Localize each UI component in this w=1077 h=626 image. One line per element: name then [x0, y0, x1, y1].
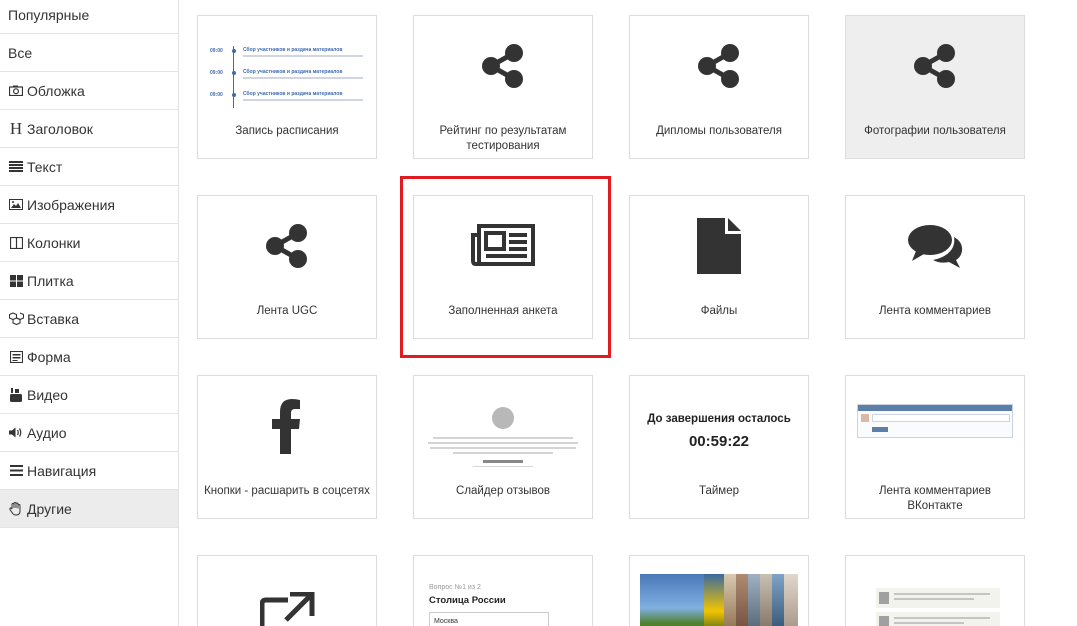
image-icon	[8, 198, 24, 212]
sidebar-item-columns[interactable]: Колонки	[0, 224, 178, 262]
card-label: Фотографии пользователя	[864, 125, 1006, 137]
sidebar-item-form[interactable]: Форма	[0, 338, 178, 376]
cubes-icon	[8, 312, 24, 326]
sidebar-item-label: Обложка	[27, 82, 85, 99]
schedule-rows: 09:00 Сбор участников и раздача материал…	[206, 44, 366, 110]
quiz-preview: Вопрос №1 из 2 Столица России Москва	[429, 584, 579, 626]
sidebar-item-images[interactable]: Изображения	[0, 186, 178, 224]
quiz-answer: Москва	[429, 612, 549, 626]
sidebar-item-label: Все	[8, 44, 33, 61]
sidebar-item-embed[interactable]: Вставка	[0, 300, 178, 338]
card-label: Таймер	[698, 485, 740, 497]
file-icon	[697, 218, 741, 274]
sidebar-item-label: Текст	[27, 158, 63, 175]
comments-icon	[908, 225, 963, 268]
quiz-question: Столица России	[429, 595, 506, 606]
hand-icon	[8, 501, 24, 516]
block-card-rating[interactable]: Рейтинг по результатам тестирования	[413, 15, 593, 159]
gallery-preview	[640, 574, 798, 626]
sidebar-item-label: Колонки	[27, 234, 81, 251]
card-label: Слайдер отзывов	[456, 485, 550, 497]
columns-icon	[8, 236, 24, 250]
avatar	[492, 407, 514, 429]
sidebar-item-audio[interactable]: Аудио	[0, 414, 178, 452]
card-label: Лента UGC	[256, 305, 318, 317]
sidebar-item-video[interactable]: Видео	[0, 376, 178, 414]
timer-title: До завершения осталось	[647, 412, 791, 425]
card-label: Рейтинг по результатам тестирования	[439, 125, 567, 152]
sidebar-item-label: Вставка	[27, 310, 80, 327]
sidebar-item-cover[interactable]: Обложка	[0, 72, 178, 110]
testimonial-preview	[420, 385, 586, 467]
share-icon	[482, 44, 523, 88]
sidebar-item-label: Навигация	[27, 462, 97, 479]
block-card-testimonials[interactable]: Слайдер отзывов	[413, 375, 593, 519]
block-card-diplomas[interactable]: Дипломы пользователя	[629, 15, 809, 159]
sidebar-item-all[interactable]: Все	[0, 34, 178, 72]
block-card-files[interactable]: Файлы	[629, 195, 809, 339]
sidebar-item-label: Видео	[27, 386, 68, 403]
text-blocks-preview	[876, 588, 1000, 626]
quiz-question-number: Вопрос №1 из 2	[429, 584, 481, 591]
heading-icon: H	[9, 118, 23, 138]
sidebar-item-label: Форма	[27, 348, 71, 365]
block-card-ugc[interactable]: Лента UGC	[197, 195, 377, 339]
sidebar-item-label: Другие	[27, 500, 72, 517]
card-label: Дипломы пользователя	[656, 125, 782, 137]
sidebar-item-label: Изображения	[27, 196, 115, 213]
bars-icon	[8, 464, 24, 478]
sidebar-item-other[interactable]: Другие	[0, 490, 178, 528]
schedule-row: 09:00 Сбор участников и раздача материал…	[206, 88, 366, 110]
sidebar-item-text[interactable]: Текст	[0, 148, 178, 186]
sidebar-item-label: Аудио	[27, 424, 67, 441]
card-label: Запись расписания	[235, 125, 339, 137]
sidebar-item-label: Популярные	[8, 6, 90, 23]
share-icon	[266, 224, 307, 268]
card-label: Лента комментариев	[879, 305, 991, 317]
form-icon	[8, 350, 24, 364]
sidebar-item-popular[interactable]: Популярные	[0, 0, 178, 34]
block-card-gallery[interactable]	[629, 555, 809, 626]
sidebar-item-tiles[interactable]: Плитка	[0, 262, 178, 300]
schedule-row: 09:00 Сбор участников и раздача материал…	[206, 66, 366, 88]
volume-icon	[8, 426, 24, 440]
sidebar-item-heading[interactable]: H Заголовок	[0, 110, 178, 148]
block-card-quiz[interactable]: Вопрос №1 из 2 Столица России Москва	[413, 555, 593, 626]
block-card-text-blocks[interactable]	[845, 555, 1025, 626]
card-label: Файлы	[700, 305, 738, 317]
external-link-icon	[260, 592, 315, 626]
timer-value: 00:59:22	[688, 432, 750, 450]
sidebar-item-label: Плитка	[27, 272, 74, 289]
facebook-icon	[272, 399, 300, 454]
share-icon	[698, 44, 739, 88]
camera-icon	[8, 84, 24, 98]
category-sidebar: Популярные Все Обложка H Заголовок Текст…	[0, 0, 179, 626]
card-label: Кнопки - расшарить в соцсетях	[204, 485, 370, 497]
vk-comments-preview	[857, 404, 1013, 438]
schedule-preview: 09:00 Сбор участников и раздача материал…	[198, 16, 376, 116]
sidebar-item-label: Заголовок	[27, 120, 93, 137]
tiles-icon	[8, 274, 24, 288]
block-card-vk-comments[interactable]: Лента комментариев ВКонтакте	[845, 375, 1025, 519]
selection-highlight	[400, 176, 611, 358]
sidebar-item-navigation[interactable]: Навигация	[0, 452, 178, 490]
block-card-schedule[interactable]: 09:00 Сбор участников и раздача материал…	[197, 15, 377, 159]
youtube-icon	[8, 387, 24, 402]
schedule-row: 09:00 Сбор участников и раздача материал…	[206, 44, 366, 66]
block-card-share-buttons[interactable]: Кнопки - расшарить в соцсетях	[197, 375, 377, 519]
block-card-timer[interactable]: До завершения осталось 00:59:22 Таймер	[629, 375, 809, 519]
text-lines-icon	[8, 160, 24, 174]
card-label: Лента комментариев ВКонтакте	[879, 485, 991, 512]
block-card-photos[interactable]: Фотографии пользователя	[845, 15, 1025, 159]
block-card-external-link[interactable]	[197, 555, 377, 626]
share-icon	[914, 44, 955, 88]
block-card-comments[interactable]: Лента комментариев	[845, 195, 1025, 339]
